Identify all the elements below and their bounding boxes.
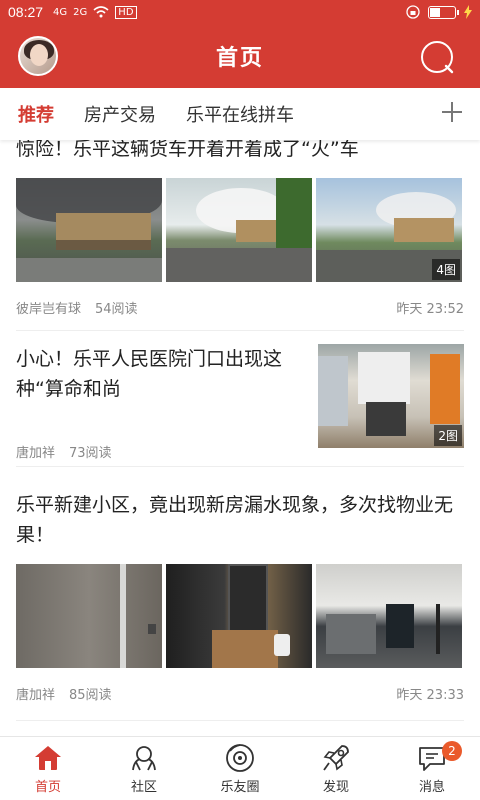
article-card[interactable]: 惊险！乐平这辆货车开着开着成了“火”车 4图 彼岸岂有球 54阅读 昨天 23:…	[16, 140, 464, 317]
nav-home[interactable]: 首页	[0, 737, 96, 800]
article-image[interactable]	[166, 564, 312, 668]
channel-tabs: 推荐 房产交易 乐平在线拼车	[0, 88, 480, 140]
nav-messages-label: 消息	[418, 780, 445, 795]
user-avatar[interactable]	[18, 36, 58, 76]
article-image[interactable]	[16, 564, 162, 668]
signal-indicators: 4G 2G HD	[53, 5, 137, 19]
article-image[interactable]	[316, 564, 462, 668]
divider	[16, 330, 464, 331]
article-meta: 彼岸岂有球 54阅读 昨天 23:52	[16, 298, 464, 317]
nav-messages[interactable]: 消息 2	[384, 737, 480, 800]
lock-rotation-icon	[406, 5, 420, 19]
article-reads: 54阅读	[95, 302, 138, 317]
article-title[interactable]: 乐平新建小区，竟出现新房漏水现象，多次找物业无果！	[16, 490, 464, 550]
article-card[interactable]: 乐平新建小区，竟出现新房漏水现象，多次找物业无果！ 唐加祥 85阅读 昨天 23…	[16, 490, 464, 703]
article-card[interactable]: 小心！乐平人民医院门口出现这种“算命和尚 唐加祥 73阅读 2图	[16, 344, 464, 461]
nav-discover-label: 发现	[322, 780, 349, 795]
nav-home-label: 首页	[34, 780, 61, 795]
article-author: 彼岸岂有球	[16, 302, 82, 317]
page-title: 首页	[215, 46, 264, 71]
article-image[interactable]	[166, 178, 312, 282]
article-time: 昨天 23:33	[396, 688, 464, 703]
charging-icon	[464, 5, 472, 19]
tab-real-estate[interactable]: 房产交易	[84, 101, 156, 127]
article-title[interactable]: 惊险！乐平这辆货车开着开着成了“火”车	[16, 140, 464, 164]
image-count-badge: 4图	[432, 259, 460, 280]
app-header: 首页	[0, 24, 480, 88]
nav-community[interactable]: 社区	[96, 737, 192, 800]
nav-community-label: 社区	[130, 780, 157, 795]
unread-badge: 2	[442, 741, 462, 761]
search-icon[interactable]	[418, 38, 456, 76]
article-image[interactable]: 2图	[318, 344, 464, 448]
article-meta: 唐加祥 85阅读 昨天 23:33	[16, 684, 464, 703]
network-2g-icon: 2G	[73, 6, 88, 18]
image-count-badge: 2图	[434, 425, 462, 446]
news-feed[interactable]: 惊险！乐平这辆货车开着开着成了“火”车 4图 彼岸岂有球 54阅读 昨天 23:…	[0, 140, 480, 736]
nav-friends-circle[interactable]: 乐友圈	[192, 737, 288, 800]
article-reads: 73阅读	[69, 446, 112, 461]
article-meta: 唐加祥 73阅读	[16, 442, 306, 461]
hd-icon: HD	[115, 5, 137, 19]
nav-discover[interactable]: 发现	[288, 737, 384, 800]
article-title[interactable]: 小心！乐平人民医院门口出现这种“算命和尚	[16, 344, 306, 404]
divider	[16, 466, 464, 467]
article-reads: 85阅读	[69, 688, 112, 703]
article-image[interactable]: 4图	[316, 178, 462, 282]
tab-recommend[interactable]: 推荐	[18, 101, 54, 127]
friends-circle-icon	[226, 744, 254, 772]
community-icon	[132, 746, 156, 771]
discover-rocket-icon	[323, 745, 349, 771]
article-author: 唐加祥	[16, 688, 56, 703]
network-4g-icon: 4G	[53, 6, 68, 18]
divider	[16, 720, 464, 721]
add-channel-icon[interactable]	[440, 100, 464, 124]
article-author: 唐加祥	[16, 446, 56, 461]
wifi-icon	[93, 6, 109, 18]
status-bar: 08:27 4G 2G HD	[0, 0, 480, 24]
article-time: 昨天 23:52	[396, 302, 464, 317]
article-image[interactable]	[16, 178, 162, 282]
home-icon	[35, 746, 61, 770]
battery-icon	[428, 5, 459, 19]
bottom-nav: 首页 社区 乐友圈 发现 消息 2	[0, 736, 480, 800]
tab-carpool[interactable]: 乐平在线拼车	[186, 101, 294, 127]
status-time: 08:27	[8, 4, 44, 20]
nav-friends-circle-label: 乐友圈	[220, 780, 260, 795]
